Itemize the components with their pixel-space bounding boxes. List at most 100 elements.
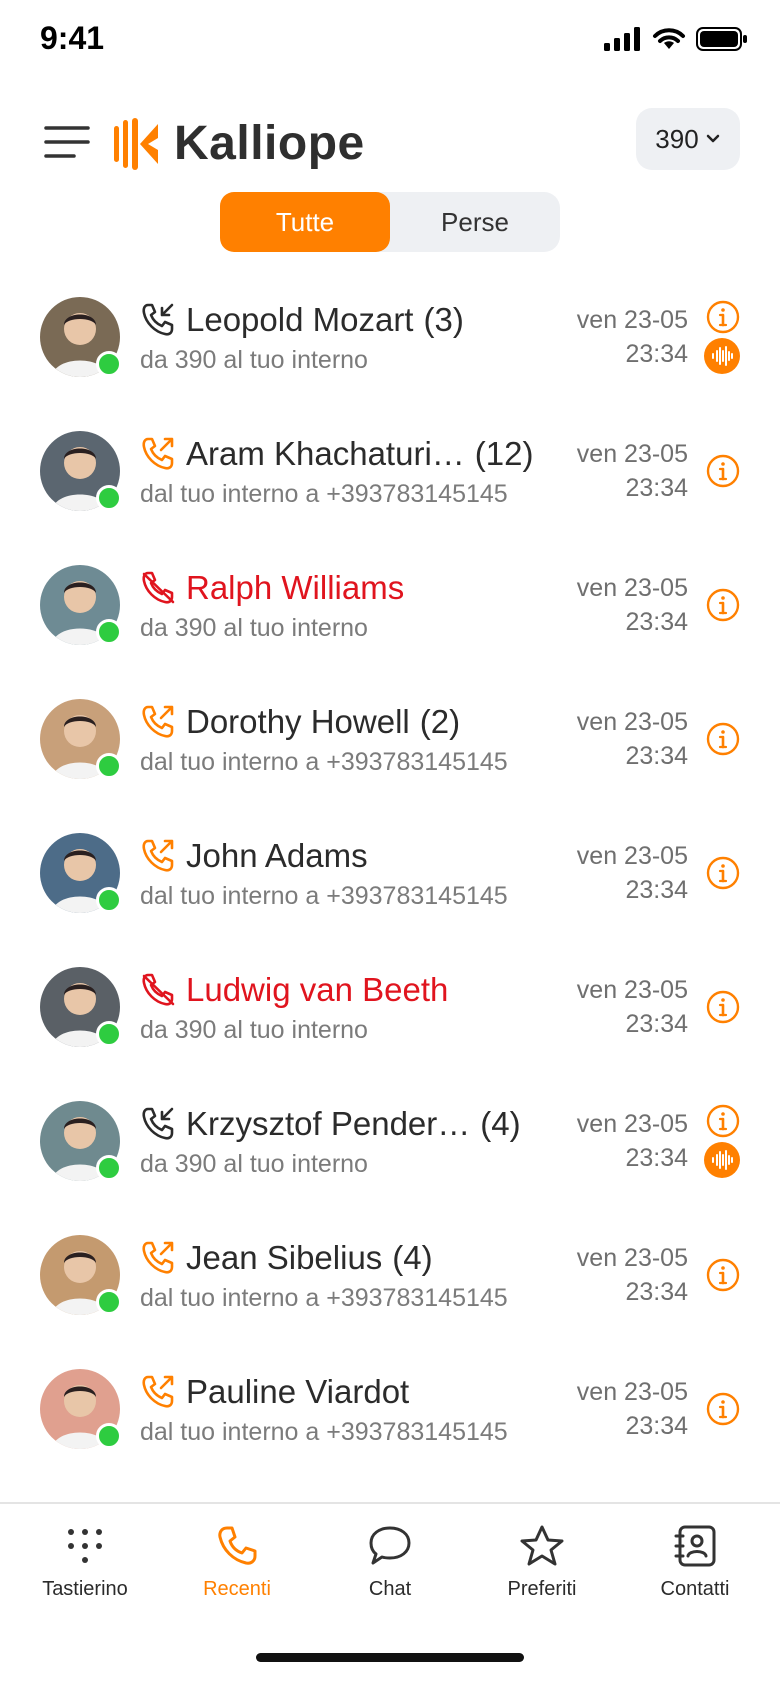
outgoing-call-icon: [142, 437, 174, 470]
outgoing-call-icon: [142, 1375, 174, 1408]
call-description: dal tuo interno a +393783145145: [140, 748, 508, 776]
contact-avatar[interactable]: [40, 297, 122, 377]
info-icon[interactable]: [706, 722, 740, 756]
contact-name: Ludwig van Beeth: [186, 971, 449, 1008]
online-status-dot: [96, 619, 122, 645]
info-icon[interactable]: [706, 1104, 740, 1138]
contact-avatar[interactable]: [40, 967, 122, 1047]
call-date: ven 23-05: [576, 1110, 688, 1138]
tab-contacts[interactable]: Contatti: [617, 1524, 773, 1601]
call-count: (12): [474, 435, 534, 472]
call-row[interactable]: Leopold Mozart (3) da 390 al tuo interno ve…: [0, 270, 780, 404]
call-description: da 390 al tuo interno: [140, 1150, 368, 1178]
incoming-call-icon: [142, 303, 174, 336]
missed-call-icon: [142, 571, 175, 604]
online-status-dot: [96, 1021, 122, 1047]
contact-name: Aram Khachaturi…: [186, 435, 465, 472]
contact-name: Dorothy Howell: [186, 703, 410, 740]
call-title: Aram Khachaturi… (12): [140, 434, 533, 474]
tab-favorites[interactable]: Preferiti: [464, 1524, 620, 1601]
contact-name: Ralph Williams: [186, 569, 405, 606]
call-row[interactable]: Ralph Williams da 390 al tuo interno ven 2…: [0, 538, 780, 672]
info-icon[interactable]: [706, 300, 740, 334]
recent-calls-list: Leopold Mozart (3) da 390 al tuo interno ve…: [0, 270, 780, 1476]
call-count: (4): [480, 1105, 521, 1142]
phone-icon: [218, 1526, 257, 1565]
contact-avatar[interactable]: [40, 699, 122, 779]
call-title: Ralph Williams: [140, 568, 404, 608]
recording-waveform-icon[interactable]: [704, 338, 740, 374]
call-row[interactable]: Ludwig van Beeth da 390 al tuo interno ven…: [0, 940, 780, 1074]
call-row[interactable]: Krzysztof Pender… (4) da 390 al tuo intern…: [0, 1074, 780, 1208]
call-row[interactable]: Pauline Viardot dal tuo interno a +393783…: [0, 1342, 780, 1476]
call-count: (3): [423, 301, 464, 338]
call-title: Pauline Viardot: [140, 1372, 409, 1412]
battery-icon: [696, 27, 747, 51]
tab-keypad[interactable]: Tastierino: [7, 1524, 163, 1601]
call-date: ven 23-05: [576, 1244, 688, 1272]
star-icon: [520, 1525, 564, 1566]
call-title: John Adams: [140, 836, 368, 876]
call-date: ven 23-05: [576, 976, 688, 1004]
call-title: Jean Sibelius (4): [140, 1238, 433, 1278]
contact-avatar[interactable]: [40, 1369, 122, 1449]
info-icon[interactable]: [706, 856, 740, 890]
call-row[interactable]: Aram Khachaturi… (12) dal tuo interno a +3…: [0, 404, 780, 538]
contact-name: John Adams: [186, 837, 368, 874]
app-header: Kalliope 390: [0, 100, 780, 190]
keypad-icon: [68, 1529, 102, 1563]
call-title: Leopold Mozart (3): [140, 300, 464, 340]
tab-missed-calls[interactable]: Perse: [390, 192, 560, 252]
call-description: dal tuo interno a +393783145145: [140, 882, 508, 910]
signal-icon: [604, 27, 640, 51]
outgoing-call-icon: [142, 1241, 174, 1274]
contact-avatar[interactable]: [40, 431, 122, 511]
call-title: Krzysztof Pender… (4): [140, 1104, 521, 1144]
call-time: 23:34: [625, 608, 688, 636]
call-time: 23:34: [625, 474, 688, 502]
call-date: ven 23-05: [576, 842, 688, 870]
extension-number: 390: [655, 123, 699, 154]
status-icons: [604, 26, 748, 52]
recording-waveform-icon[interactable]: [704, 1142, 740, 1178]
menu-icon[interactable]: [44, 122, 90, 162]
contact-avatar[interactable]: [40, 1235, 122, 1315]
status-bar: 9:41: [0, 0, 780, 80]
tab-contacts-label: Contatti: [660, 1578, 730, 1600]
call-time: 23:34: [625, 1144, 688, 1172]
call-row[interactable]: John Adams dal tuo interno a +39378314514…: [0, 806, 780, 940]
call-time: 23:34: [625, 340, 688, 368]
contact-name: Krzysztof Pender…: [186, 1105, 471, 1142]
contact-name: Leopold Mozart: [186, 301, 414, 338]
online-status-dot: [96, 485, 122, 511]
extension-selector[interactable]: 390: [636, 108, 740, 170]
call-description: da 390 al tuo interno: [140, 346, 368, 374]
info-icon[interactable]: [706, 1258, 740, 1292]
tab-recents[interactable]: Recenti: [159, 1524, 315, 1601]
info-icon[interactable]: [706, 990, 740, 1024]
call-date: ven 23-05: [576, 306, 688, 334]
info-icon[interactable]: [706, 454, 740, 488]
home-indicator: [256, 1653, 524, 1662]
info-icon[interactable]: [706, 1392, 740, 1426]
online-status-dot: [96, 753, 122, 779]
online-status-dot: [96, 1289, 122, 1315]
tab-recents-label: Recenti: [203, 1578, 271, 1600]
contact-avatar[interactable]: [40, 565, 122, 645]
call-time: 23:34: [625, 876, 688, 904]
tab-all-calls[interactable]: Tutte: [220, 192, 390, 252]
call-time: 23:34: [625, 742, 688, 770]
call-date: ven 23-05: [576, 708, 688, 736]
call-row[interactable]: Dorothy Howell (2) dal tuo interno a +3937…: [0, 672, 780, 806]
call-row[interactable]: Jean Sibelius (4) dal tuo interno a +39378…: [0, 1208, 780, 1342]
call-time: 23:34: [625, 1278, 688, 1306]
logo-text: Kalliope: [174, 117, 365, 170]
contact-name: Jean Sibelius: [186, 1239, 383, 1276]
contact-avatar[interactable]: [40, 1101, 122, 1181]
contact-avatar[interactable]: [40, 833, 122, 913]
tab-chat[interactable]: Chat: [312, 1524, 468, 1601]
call-description: da 390 al tuo interno: [140, 614, 368, 642]
call-time: 23:34: [625, 1412, 688, 1440]
call-description: dal tuo interno a +393783145145: [140, 1284, 508, 1312]
info-icon[interactable]: [706, 588, 740, 622]
